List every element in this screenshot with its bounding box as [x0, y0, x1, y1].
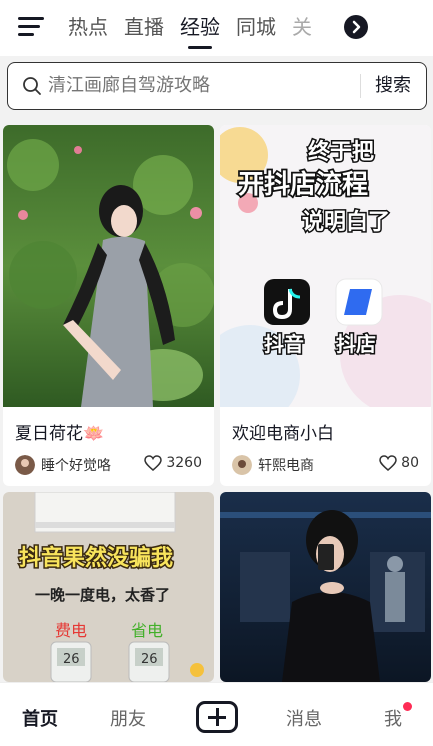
thumb-line-2: 一晚一度电，太香了	[35, 586, 170, 604]
card-author[interactable]: 轩熙电商	[232, 455, 314, 475]
like-value: 3260	[166, 455, 202, 471]
menu-icon[interactable]	[18, 17, 44, 37]
remote-display-2: 26	[141, 652, 158, 667]
bottom-nav: 首页 朋友 消息 我	[0, 682, 433, 746]
thumb-line-2: 开抖店流程	[238, 170, 368, 200]
feed-card-3[interactable]: 抖音果然没骗我 一晚一度电，太香了 费电 省电 26 26	[3, 492, 214, 682]
heart-icon	[144, 455, 163, 471]
search-button[interactable]: 搜索	[375, 63, 411, 108]
card-thumbnail: 终于把 开抖店流程 说明白了 抖音 抖店	[220, 125, 431, 407]
card-title: 欢迎电商小白	[232, 424, 334, 444]
card-author[interactable]: 睡个好觉咯	[15, 455, 111, 475]
card-thumbnail: 抖音果然没骗我 一晚一度电，太香了 费电 省电 26 26	[3, 492, 214, 682]
nav-me[interactable]: 我	[384, 705, 402, 731]
tab-following[interactable]: 关	[292, 12, 312, 42]
feed-card-1[interactable]: 夏日荷花🪷 睡个好觉咯 3260	[3, 125, 214, 486]
nav-friends[interactable]: 朋友	[110, 705, 146, 731]
like-count[interactable]: 3260	[144, 455, 202, 471]
nav-messages[interactable]: 消息	[286, 705, 322, 731]
feed-card-4[interactable]	[220, 492, 431, 682]
search-divider	[360, 74, 361, 98]
top-bar: 热点 直播 经验 同城 关	[0, 0, 433, 56]
avatar	[232, 455, 252, 475]
feed-card-2[interactable]: 终于把 开抖店流程 说明白了 抖音 抖店 欢迎电商小白 轩熙电商 80	[220, 125, 431, 486]
like-count[interactable]: 80	[379, 455, 419, 471]
card-title: 夏日荷花🪷	[15, 424, 105, 444]
category-tabs: 热点 直播 经验 同城 关	[68, 12, 328, 49]
like-value: 80	[401, 455, 419, 471]
app-label-2: 抖店	[336, 332, 376, 356]
search-icon	[23, 77, 41, 95]
nav-home[interactable]: 首页	[22, 705, 58, 731]
thumb-line-1: 终于把	[308, 139, 374, 165]
search-input[interactable]	[48, 63, 348, 108]
heart-icon	[379, 455, 397, 471]
thumb-line-3: 说明白了	[302, 209, 390, 235]
create-button[interactable]	[196, 701, 238, 733]
chevron-right-icon	[352, 20, 361, 34]
tag-costly: 费电	[55, 621, 87, 640]
tab-local[interactable]: 同城	[236, 12, 276, 42]
thumb-line-1: 抖音果然没骗我	[19, 545, 173, 571]
notification-dot	[403, 702, 412, 711]
tag-saving: 省电	[131, 621, 163, 640]
app-label-1: 抖音	[264, 332, 304, 356]
author-name: 睡个好觉咯	[41, 458, 111, 474]
search-bar: 搜索	[7, 62, 427, 110]
card-thumbnail	[3, 125, 214, 407]
avatar	[15, 455, 35, 475]
tab-hot[interactable]: 热点	[68, 12, 108, 42]
tab-live[interactable]: 直播	[124, 12, 164, 42]
more-tabs-button[interactable]	[344, 15, 368, 39]
tab-experience[interactable]: 经验	[180, 12, 220, 49]
card-thumbnail	[220, 492, 431, 682]
author-name: 轩熙电商	[258, 458, 314, 474]
remote-display-1: 26	[63, 652, 80, 667]
